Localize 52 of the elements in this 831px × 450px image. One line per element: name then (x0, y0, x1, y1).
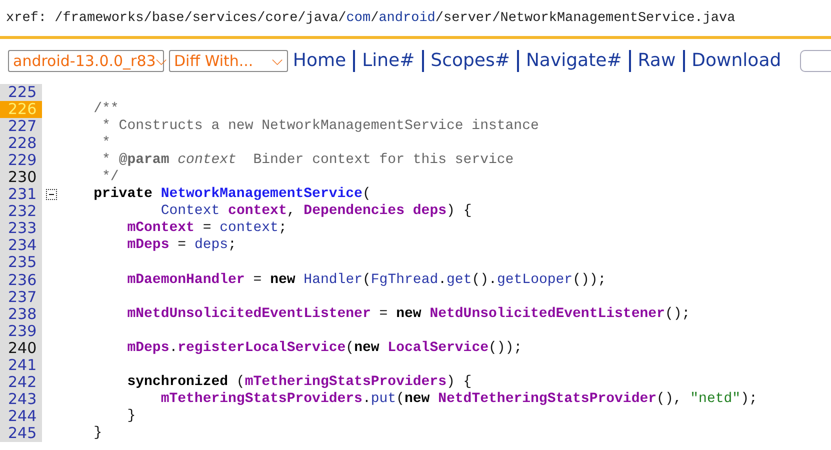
line-number[interactable]: 233 (0, 220, 42, 238)
line-number[interactable]: 237 (0, 288, 42, 306)
xref-label: xref: (6, 10, 48, 26)
line-number[interactable]: 234 (0, 237, 42, 254)
line-number[interactable]: 228 (0, 135, 42, 152)
nav-link[interactable]: Raw (628, 50, 683, 72)
caret-icon: ⌵ (272, 53, 283, 69)
line-number[interactable]: 230 (0, 169, 42, 186)
code-line: /** (92, 101, 119, 118)
line-number[interactable]: 244 (0, 408, 42, 425)
nav-link[interactable]: Scopes# (422, 50, 517, 72)
path-link[interactable]: android (378, 10, 436, 26)
search-field[interactable] (800, 50, 831, 72)
line-number[interactable]: 232 (0, 203, 42, 220)
path-link[interactable]: com (346, 10, 371, 26)
code-line: * (101, 135, 110, 152)
code-line: Context context, Dependencies deps) { (160, 203, 472, 220)
line-number[interactable]: 235 (0, 254, 42, 272)
code-line: synchronized (mTetheringStatsProviders) { (126, 374, 472, 391)
line-number[interactable]: 231 (0, 186, 42, 204)
line-number[interactable]: 236 (0, 272, 42, 289)
code-line: * @param context Binder context for this service (101, 152, 514, 170)
nav-link[interactable]: Home (292, 50, 354, 72)
line-number[interactable]: 242 (0, 374, 42, 391)
code-line: mContext = context; (126, 220, 287, 238)
collapse-icon[interactable] (46, 189, 56, 200)
code-line: mDeps = deps; (126, 237, 236, 254)
path-text: /frameworks/base/services/core/java/ (54, 10, 346, 26)
code-line: private NetworkManagementService( (92, 186, 371, 204)
code-line: } (126, 408, 136, 425)
line-number[interactable]: 239 (0, 322, 42, 340)
code-line: mDaemonHandler = new Handler(FgThread.get().getLooper()); (126, 272, 606, 289)
code-line: */ (101, 169, 119, 186)
line-number[interactable]: 229 (0, 152, 42, 170)
path-text: / (370, 10, 379, 26)
code-line: mNetdUnsolicitedEventListener = new NetdUnsolicitedEventListener(); (126, 306, 690, 323)
path-text: /server/NetworkManagementService.java (435, 10, 736, 26)
caret-icon: ⌵ (156, 53, 167, 69)
code-line: mTetheringStatsProviders.put(new NetdTetheringStatsProvider(), "netd"); (160, 390, 758, 408)
code-line: * Constructs a new NetworkManagementService instance (101, 118, 539, 136)
line-number[interactable]: 241 (0, 356, 42, 374)
nav-link[interactable]: Download (682, 50, 788, 72)
line-number[interactable]: 245 (0, 424, 42, 442)
line-number[interactable]: 243 (0, 390, 42, 408)
nav-link[interactable]: Navigate# (516, 50, 629, 72)
line-number[interactable]: 227 (0, 118, 42, 136)
line-number[interactable]: 238 (0, 306, 42, 323)
nav-link[interactable]: Line# (353, 50, 422, 72)
code-line: mDeps.registerLocalService(new LocalService()); (126, 340, 522, 357)
code-line: } (92, 424, 102, 442)
line-number[interactable]: 240 (0, 340, 42, 357)
line-number[interactable]: 225 (0, 84, 42, 102)
